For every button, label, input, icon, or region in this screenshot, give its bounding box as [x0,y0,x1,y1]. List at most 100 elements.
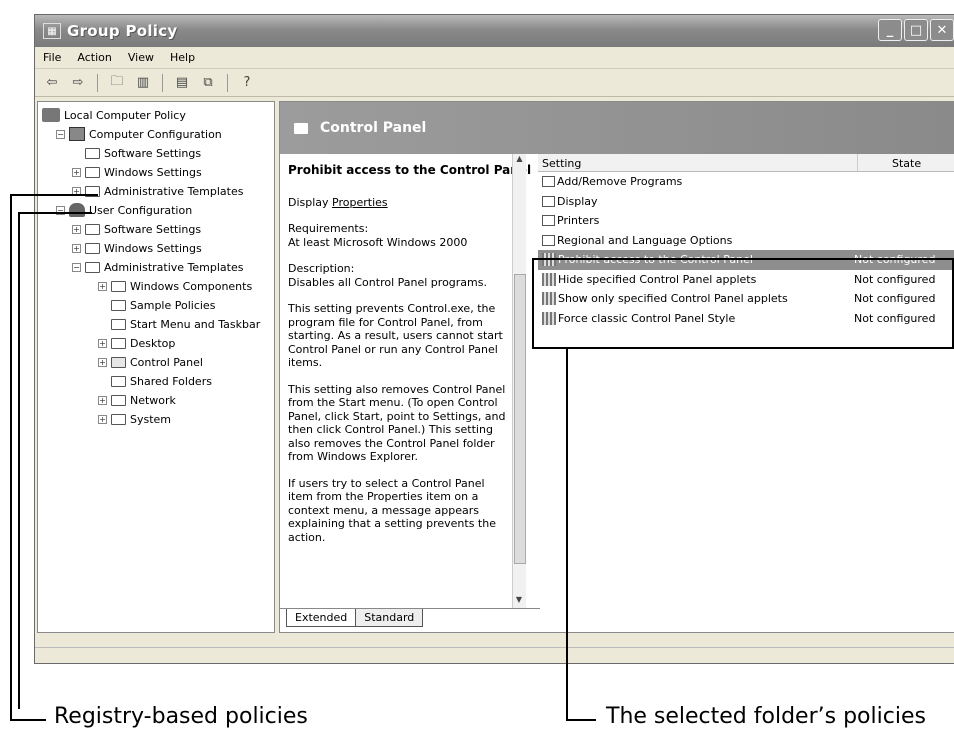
expand-icon[interactable]: + [98,281,107,291]
status-bar [35,647,954,665]
expand-icon[interactable]: + [98,357,107,367]
expand-icon[interactable]: + [72,224,81,234]
list-row[interactable]: Regional and Language Options [538,231,954,251]
setting-label: Printers [557,214,600,228]
up-folder-icon[interactable]: 🗀 [106,73,128,93]
properties-icon[interactable]: ▤ [171,73,193,93]
display-prefix: Display [288,195,329,209]
tree-node-label: Shared Folders [130,374,212,388]
computer-icon [69,127,85,141]
callout-line [18,212,92,214]
tab-extended[interactable]: Extended [286,609,357,627]
folder-icon [542,215,555,227]
tree-node-label: Windows Components [130,279,253,293]
tree-node[interactable]: Shared Folders [111,372,212,390]
setting-label: Regional and Language Options [557,233,733,247]
tree-node-label: Computer Configuration [89,127,222,141]
scroll-up-icon[interactable]: ▲ [513,154,526,168]
scroll-thumb[interactable] [514,274,526,564]
tree-node[interactable]: + Desktop [98,334,175,352]
folder-icon [294,122,308,134]
menu-bar: File Action View Help [35,47,954,69]
tree-node[interactable]: Start Menu and Taskbar [111,315,260,333]
tree-node[interactable]: + Windows Components [98,277,252,295]
menu-help[interactable]: Help [170,51,195,64]
tab-standard[interactable]: Standard [355,609,424,627]
list-row[interactable]: Display [538,192,954,212]
description-block: Description: Disables all Control Panel p… [288,262,528,289]
tree-node[interactable]: − Computer Configuration [56,125,222,143]
list-row[interactable]: Printers [538,211,954,231]
details-header: Control Panel [280,102,954,154]
tree-node-label: System [130,412,172,426]
list-header: Setting State [538,154,954,172]
tree-node[interactable]: Local Computer Policy [42,106,186,124]
tree-node[interactable]: + Control Panel [98,353,203,371]
tree-node[interactable]: + Software Settings [72,220,201,238]
title-bar[interactable]: ▦ Group Policy _ □ ✕ [35,15,954,47]
tree-node[interactable]: + Network [98,391,176,409]
expand-icon[interactable]: + [72,243,81,253]
folder-icon [111,337,126,349]
menu-action[interactable]: Action [77,51,111,64]
folder-icon [111,375,126,387]
setting-label: Display [557,194,598,208]
tree-node[interactable]: − Administrative Templates [72,258,244,276]
properties-link[interactable]: Properties [332,196,388,209]
policy-root-icon [42,108,60,122]
help-icon[interactable]: ? [236,73,258,93]
show-hide-tree-icon[interactable]: ▥ [132,73,154,93]
tree-node[interactable]: Software Settings [85,144,201,162]
folder-icon [111,318,126,330]
callout-line [18,212,20,709]
tree-pane[interactable]: Local Computer Policy − Computer Configura… [37,101,275,633]
callout-line [10,194,12,721]
description-paragraph: This setting also removes Control Panel … [288,382,506,464]
tree-node[interactable]: + Windows Settings [72,239,202,257]
setting-cell: Regional and Language Options [538,234,854,247]
forward-icon[interactable]: ⇨ [67,73,89,93]
export-list-icon[interactable]: ⧉ [197,73,219,93]
folder-icon [542,195,555,207]
setting-label: Add/Remove Programs [557,175,683,189]
minimize-button[interactable]: _ [878,19,902,41]
scroll-down-icon[interactable]: ▼ [513,595,525,609]
tree-node[interactable]: + System [98,410,171,428]
tree-node[interactable]: Sample Policies [111,296,215,314]
collapse-icon[interactable]: − [72,262,81,272]
expand-icon[interactable]: + [98,338,107,348]
display-properties: Display Properties [288,196,528,210]
folder-icon [85,242,100,254]
description-scrollbar[interactable]: ▲ ▼ [512,154,526,609]
back-icon[interactable]: ⇦ [41,73,63,93]
expand-icon[interactable]: + [98,414,107,424]
view-tabs: Extended Standard [280,608,540,632]
menu-view[interactable]: View [128,51,154,64]
toolbar-separator [227,73,228,92]
tree-node[interactable]: + Windows Settings [72,163,202,181]
description-text: Disables all Control Panel programs. [288,275,487,289]
toolbar-separator [162,73,163,92]
collapse-icon[interactable]: − [56,129,65,139]
expand-icon[interactable]: + [98,395,107,405]
close-button[interactable]: ✕ [930,19,954,41]
requirements: Requirements: At least Microsoft Windows … [288,222,528,249]
details-pane: Control Panel Prohibit access to the Con… [279,101,954,633]
description-paragraph: This setting prevents Control.exe, the p… [288,302,503,369]
tree-node[interactable]: − User Configuration [56,201,192,219]
tree-node[interactable]: + Administrative Templates [72,182,244,200]
callout-line [10,194,98,196]
tree-node-label: Network [130,393,176,407]
column-setting[interactable]: Setting [538,154,858,171]
tree-node-label: Local Computer Policy [64,108,186,122]
setting-cell: Display [538,195,854,208]
expand-icon[interactable]: + [72,167,81,177]
column-state[interactable]: State [858,154,954,171]
tree-node-label: Administrative Templates [104,184,244,198]
maximize-button[interactable]: □ [904,19,928,41]
tree-node-label: Sample Policies [130,298,216,312]
list-row[interactable]: Add/Remove Programs [538,172,954,192]
folder-icon [542,176,555,188]
tree-node-label: Software Settings [104,146,202,160]
menu-file[interactable]: File [43,51,61,64]
